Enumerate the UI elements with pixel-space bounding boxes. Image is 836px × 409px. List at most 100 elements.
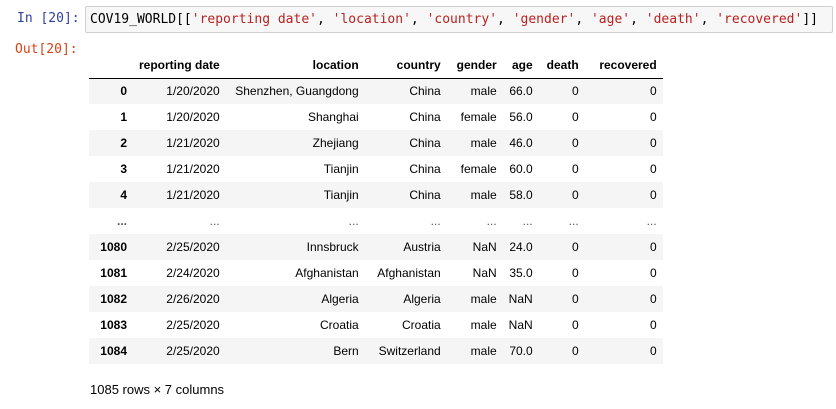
code-close-brackets: ]] — [802, 12, 818, 27]
cell-recovered: ... — [646, 214, 657, 228]
cell-recovered: 0 — [650, 162, 657, 176]
cell-death: 0 — [572, 110, 579, 124]
cell-location: Tianjin — [323, 162, 359, 176]
cell-gender: NaN — [472, 266, 497, 280]
cell-location: Afghanistan — [295, 266, 359, 280]
cell-country: China — [409, 110, 441, 124]
cell-country: Afghanistan — [377, 266, 441, 280]
table-row: 1082 2/26/2020 Algeria Algeria male NaN 0 0 — [89, 286, 663, 312]
cell-gender: male — [470, 344, 497, 358]
cell-location: Croatia — [319, 318, 359, 332]
cell-reporting-date: 2/25/2020 — [166, 240, 220, 254]
cell-age: 46.0 — [509, 136, 533, 150]
column-header-age: age — [502, 52, 539, 79]
table-row: 2 1/21/2020 Zhejiang China male 46.0 0 0 — [89, 130, 663, 156]
cell-age: NaN — [508, 292, 533, 306]
cell-location: Algeria — [321, 292, 359, 306]
table-row: 1 1/20/2020 Shanghai China female 56.0 0 0 — [89, 104, 663, 130]
column-header-index — [89, 52, 133, 79]
code-separator: , — [700, 12, 717, 27]
code-separator: , — [575, 12, 591, 27]
cell-location: Shanghai — [307, 110, 359, 124]
cell-location: Tianjin — [323, 188, 359, 202]
cell-age: 24.0 — [509, 240, 533, 254]
cell-index: 1084 — [100, 344, 127, 358]
cell-gender: female — [460, 110, 497, 124]
cell-country: China — [409, 136, 441, 150]
cell-reporting-date: 1/21/2020 — [166, 136, 220, 150]
code-separator: , — [410, 12, 427, 27]
code-string-arg: 'reporting date' — [191, 12, 317, 27]
cell-index: 4 — [120, 188, 127, 202]
table-row: 1084 2/25/2020 Bern Switzerland male 70.0 0 0 — [89, 338, 663, 364]
code-open-brackets: [[ — [176, 12, 192, 27]
dataframe-table: reporting date location country gender a… — [89, 52, 663, 364]
cell-location: Innsbruck — [306, 240, 359, 254]
table-body: 0 1/20/2020 Shenzhen, Guangdong China male 66… — [89, 78, 663, 364]
cell-reporting-date: 1/21/2020 — [166, 188, 220, 202]
cell-age: 56.0 — [509, 110, 533, 124]
code-string-arg: 'age' — [590, 12, 631, 27]
output-prompt: Out[20]: — [15, 42, 78, 57]
code-string-arg: 'country' — [426, 12, 498, 27]
row-column-count: 1085 rows × 7 columns — [90, 382, 225, 397]
cell-age: 60.0 — [509, 162, 533, 176]
cell-location: Bern — [333, 344, 359, 358]
cell-death: 0 — [572, 344, 579, 358]
cell-index: 1082 — [100, 292, 127, 306]
table-row: 4 1/21/2020 Tianjin China male 58.0 0 0 — [89, 182, 663, 208]
cell-gender: male — [470, 136, 497, 150]
cell-reporting-date: 1/21/2020 — [166, 162, 220, 176]
cell-reporting-date: 2/26/2020 — [166, 292, 220, 306]
cell-gender: male — [470, 292, 497, 306]
cell-recovered: 0 — [650, 188, 657, 202]
table-row: 3 1/21/2020 Tianjin China female 60.0 0 0 — [89, 156, 663, 182]
cell-index: 1083 — [100, 318, 127, 332]
cell-recovered: 0 — [650, 136, 657, 150]
table-header-row: reporting date location country gender a… — [89, 52, 663, 79]
cell-country: ... — [430, 214, 441, 228]
cell-index: 2 — [120, 136, 127, 150]
cell-recovered: 0 — [650, 84, 657, 99]
cell-death: 0 — [572, 136, 579, 150]
cell-age: 66.0 — [509, 84, 533, 99]
cell-age: 70.0 — [509, 344, 533, 358]
cell-reporting-date: ... — [209, 214, 220, 228]
cell-country: Austria — [403, 240, 441, 254]
code-input-cell[interactable]: COV19_WORLD[['reporting date', 'location… — [85, 6, 833, 33]
cell-death: ... — [568, 214, 579, 228]
cell-recovered: 0 — [650, 344, 657, 358]
code-string-arg: 'location' — [332, 12, 411, 27]
cell-country: Switzerland — [378, 344, 441, 358]
code-separator: , — [630, 12, 646, 27]
table-row: 1083 2/25/2020 Croatia Croatia male NaN 0 0 — [89, 312, 663, 338]
cell-location: Zhejiang — [312, 136, 359, 150]
cell-country: China — [409, 84, 441, 99]
table-row: ........................ — [89, 208, 663, 234]
cell-index: 3 — [120, 162, 127, 176]
cell-death: 0 — [572, 240, 579, 254]
cell-recovered: 0 — [650, 292, 657, 306]
code-separator: , — [497, 12, 513, 27]
column-header-country: country — [364, 52, 447, 79]
cell-location: Shenzhen, Guangdong — [235, 84, 359, 99]
cell-reporting-date: 2/25/2020 — [166, 344, 220, 358]
cell-death: 0 — [572, 318, 579, 332]
cell-gender: male — [470, 84, 497, 99]
cell-gender: male — [470, 188, 497, 202]
cell-index: 1080 — [100, 240, 127, 254]
cell-death: 0 — [572, 292, 579, 306]
cell-recovered: 0 — [650, 240, 657, 254]
cell-index: 1 — [120, 110, 127, 124]
cell-age: 35.0 — [509, 266, 533, 280]
cell-recovered: 0 — [650, 318, 657, 332]
column-header-death: death — [538, 52, 585, 79]
cell-reporting-date: 2/24/2020 — [166, 266, 220, 280]
cell-recovered: 0 — [650, 110, 657, 124]
cell-reporting-date: 2/25/2020 — [166, 318, 220, 332]
cell-age: ... — [522, 214, 533, 228]
cell-index: ... — [116, 214, 127, 228]
table-row: 1080 2/25/2020 Innsbruck Austria NaN 24.0 0 0 — [89, 234, 663, 260]
cell-death: 0 — [572, 188, 579, 202]
column-header-location: location — [225, 52, 365, 79]
